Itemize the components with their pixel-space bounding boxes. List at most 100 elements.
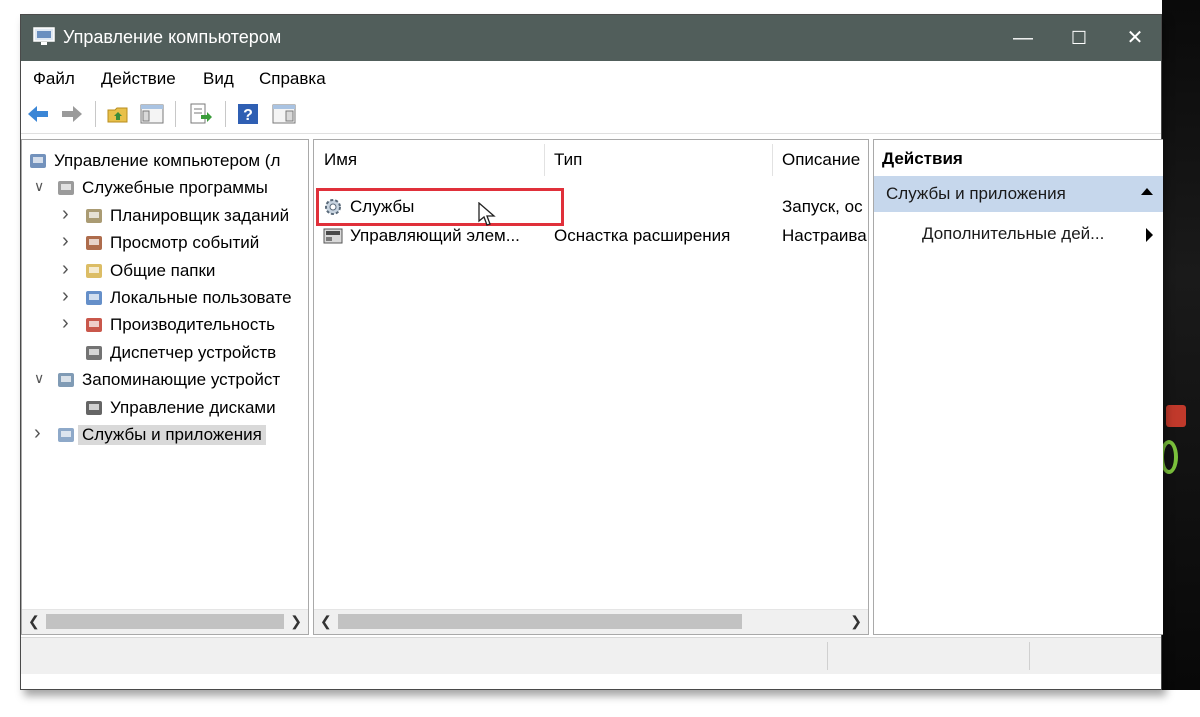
computer-management-icon	[30, 154, 46, 168]
scroll-thumb[interactable]	[338, 614, 742, 629]
svg-text:?: ?	[243, 107, 253, 124]
menu-view[interactable]: Вид	[203, 69, 234, 89]
tree-item-label: Управление дисками	[110, 397, 276, 417]
export-list-icon[interactable]	[187, 102, 213, 126]
mouse-cursor-icon	[478, 202, 496, 226]
collapse-up-icon[interactable]	[1141, 188, 1153, 195]
tree-item-label: Запоминающие устройст	[82, 370, 281, 390]
toolbar: ?	[21, 95, 1161, 134]
task-scheduler-icon	[86, 208, 102, 223]
chevron-right-icon[interactable]: ›	[62, 285, 76, 308]
results-pane: Имя Тип Описание Службы Запуск, ос Управ…	[313, 139, 869, 635]
shared-folders-icon	[86, 263, 102, 278]
services-apps-icon	[58, 428, 74, 442]
toolbar-separator	[175, 101, 176, 127]
scroll-right-icon[interactable]: ❯	[290, 613, 302, 630]
window-title: Управление компьютером	[63, 27, 282, 47]
toolbar-separator	[95, 101, 96, 127]
computer-management-window: Управление компьютером — ☐ ✕ Файл Действ…	[20, 14, 1163, 690]
highlight-frame	[316, 188, 564, 226]
tree-item-label: Общие папки	[110, 260, 216, 280]
list-item-name: Управляющий элем...	[350, 226, 520, 245]
tree-item[interactable]: › Локальные пользовате	[22, 285, 308, 312]
tree-item[interactable]: Управление дисками	[22, 395, 308, 422]
tree-item-label: Просмотр событий	[110, 233, 260, 253]
menu-action[interactable]: Действие	[101, 69, 176, 89]
submenu-arrow-icon[interactable]	[1146, 228, 1153, 242]
chevron-down-icon[interactable]: ∨	[34, 370, 48, 387]
event-viewer-icon	[86, 236, 102, 251]
toolbar-separator	[225, 101, 226, 127]
system-tools-icon	[58, 181, 74, 196]
tree-item[interactable]: › Службы и приложения	[22, 422, 308, 449]
show-hide-tree-icon[interactable]	[139, 102, 165, 126]
chevron-right-icon[interactable]: ›	[62, 203, 76, 226]
tree-item[interactable]: › Планировщик заданий	[22, 203, 308, 230]
tree-item[interactable]: Управление компьютером (л	[22, 148, 308, 175]
status-divider	[827, 642, 828, 670]
help-icon[interactable]: ?	[235, 102, 261, 126]
tree-item[interactable]: › Общие папки	[22, 258, 308, 285]
actions-group-label: Службы и приложения	[886, 184, 1066, 203]
actions-pane: Действия Службы и приложения Дополнитель…	[873, 139, 1163, 635]
console-tree-pane: Управление компьютером (л ∨ Служебные прог…	[21, 139, 309, 635]
scroll-right-icon[interactable]: ❯	[850, 613, 862, 630]
back-icon[interactable]	[25, 102, 51, 126]
title-bar: Управление компьютером — ☐ ✕	[21, 15, 1161, 61]
menu-help[interactable]: Справка	[259, 69, 326, 89]
local-users-icon	[86, 291, 102, 305]
menu-file[interactable]: Файл	[33, 69, 75, 89]
tree-item[interactable]: ∨ Запоминающие устройст	[22, 367, 308, 394]
tree-item-label: Локальные пользовате	[110, 288, 292, 307]
device-manager-icon	[86, 345, 102, 360]
close-button[interactable]: ✕	[1107, 15, 1163, 61]
column-header-type[interactable]: Тип	[554, 150, 582, 170]
tree-item[interactable]: › Просмотр событий	[22, 230, 308, 257]
status-divider	[1029, 642, 1030, 670]
wmi-control-icon	[323, 228, 343, 244]
tree-item-label: Службы и приложения	[78, 425, 266, 445]
more-actions-item[interactable]: Дополнительные дей...	[922, 224, 1104, 244]
computer-management-icon	[33, 27, 55, 45]
chevron-down-icon[interactable]: ∨	[34, 178, 48, 195]
tree-item-label: Управление компьютером (л	[54, 151, 281, 170]
scroll-left-icon[interactable]: ❮	[320, 613, 332, 630]
tree-item-label: Служебные программы	[82, 178, 268, 198]
tree-item[interactable]: ∨ Служебные программы	[22, 175, 308, 202]
tree-item[interactable]: Диспетчер устройств	[22, 340, 308, 367]
column-divider[interactable]	[772, 144, 773, 176]
disk-management-icon	[86, 400, 102, 415]
list-item-type: Оснастка расширения	[554, 226, 731, 245]
scroll-left-icon[interactable]: ❮	[28, 613, 40, 630]
scroll-thumb[interactable]	[46, 614, 284, 629]
actions-group-services-apps[interactable]: Службы и приложения	[874, 176, 1163, 212]
status-bar	[21, 637, 1161, 674]
chevron-right-icon[interactable]: ›	[62, 230, 76, 253]
desktop-decoration	[1166, 405, 1186, 427]
list-item-description: Запуск, ос	[782, 197, 863, 216]
tree-item[interactable]: › Производительность	[22, 312, 308, 339]
desktop-background	[1162, 0, 1200, 690]
maximize-button[interactable]: ☐	[1051, 15, 1107, 61]
chevron-right-icon[interactable]: ›	[62, 312, 76, 335]
column-header-description[interactable]: Описание	[782, 150, 860, 170]
show-hide-action-icon[interactable]	[271, 102, 297, 126]
column-divider[interactable]	[544, 144, 545, 176]
tree-item-label: Планировщик заданий	[110, 205, 290, 225]
up-folder-icon[interactable]	[105, 102, 131, 126]
performance-icon	[86, 318, 102, 333]
forward-icon[interactable]	[59, 102, 85, 126]
minimize-button[interactable]: —	[995, 15, 1051, 61]
chevron-right-icon[interactable]: ›	[34, 422, 48, 445]
actions-title: Действия	[882, 149, 963, 168]
storage-icon	[58, 373, 74, 388]
list-item-description: Настраива	[782, 226, 867, 245]
list-horizontal-scrollbar[interactable]: ❮ ❯	[314, 609, 868, 634]
chevron-right-icon[interactable]: ›	[62, 258, 76, 281]
actions-header: Действия	[874, 140, 1163, 177]
tree-item-label: Диспетчер устройств	[110, 342, 277, 362]
tree-item-label: Производительность	[110, 315, 276, 335]
menu-bar: Файл Действие Вид Справка	[21, 61, 1161, 95]
tree-horizontal-scrollbar[interactable]: ❮ ❯	[22, 609, 308, 634]
column-header-name[interactable]: Имя	[324, 150, 357, 170]
